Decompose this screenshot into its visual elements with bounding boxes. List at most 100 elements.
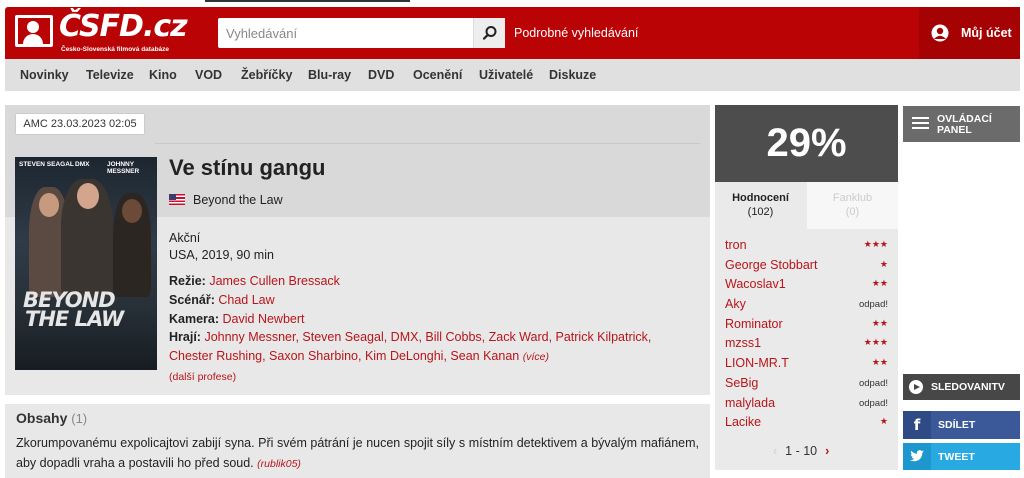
synopsis-text: Zkorumpovanému expolicajtovi zabijí syna… xyxy=(16,436,699,470)
rating-row: Aky odpad! xyxy=(725,294,888,314)
account-button[interactable]: Můj účet xyxy=(919,7,1020,59)
tweet-button[interactable]: TWEET xyxy=(903,443,1020,470)
more-professions-row: (další profese) xyxy=(169,367,699,387)
rating-row: SeBig odpad! xyxy=(725,373,888,393)
synopsis-heading: Obsahy (1) xyxy=(16,410,87,426)
rating-user-link[interactable]: mzss1 xyxy=(725,336,761,350)
poster-actor-1: STEVEN SEAGAL xyxy=(19,161,74,168)
nav-item-zebricky[interactable]: Žebříčky xyxy=(241,68,292,82)
tab-ratings[interactable]: Hodnocení (102) xyxy=(715,182,806,229)
play-icon xyxy=(909,380,923,394)
tv-broadcast-badge[interactable]: AMC 23.03.2023 02:05 xyxy=(15,113,145,135)
camera-link[interactable]: David Newbert xyxy=(223,312,305,326)
synopsis-panel: Obsahy (1) Zkorumpovanému expolicajtovi … xyxy=(5,404,710,478)
facebook-icon: f xyxy=(903,411,931,439)
rating-waste: odpad! xyxy=(858,397,888,409)
poster-face-center xyxy=(77,183,99,209)
rating-user-link[interactable]: George Stobbart xyxy=(725,258,817,272)
tab-fanclub-label: Fanklub xyxy=(832,192,873,204)
rating-user-link[interactable]: tron xyxy=(725,238,747,252)
site-logo[interactable]: ČSFD.cz Česko-Slovenská filmová databáze xyxy=(15,9,188,55)
rating-row: mzss1 ★★★ xyxy=(725,333,888,353)
search-icon xyxy=(482,26,497,40)
cast-links-line2[interactable]: Chester Rushing, Saxon Sharbino, Kim DeL… xyxy=(169,349,519,363)
advanced-search-link[interactable]: Podrobné vyhledávání xyxy=(514,26,638,40)
search-box xyxy=(218,18,505,48)
search-button[interactable] xyxy=(473,18,505,48)
rating-user-link[interactable]: LION-MR.T xyxy=(725,356,789,370)
film-origin: USA, 2019, 90 min xyxy=(169,248,274,262)
director-row: Režie: James Cullen Bressack xyxy=(169,272,699,291)
rating-user-link[interactable]: malylada xyxy=(725,396,775,410)
rating-stars: ★★ xyxy=(871,317,888,328)
rating-row: malylada odpad! xyxy=(725,393,888,413)
poster-face-left xyxy=(39,193,59,217)
synopsis-author-link[interactable]: (rublik05) xyxy=(257,458,301,470)
sledovanitv-button[interactable]: SLEDOVANITV xyxy=(903,374,1020,400)
original-title: Beyond the Law xyxy=(169,193,283,207)
synopsis-count: (1) xyxy=(71,411,88,426)
rating-waste: odpad! xyxy=(858,299,888,311)
rating-user-link[interactable]: Wacoslav1 xyxy=(725,277,786,291)
nav-item-bluray[interactable]: Blu-ray xyxy=(308,68,351,82)
nav-item-diskuze[interactable]: Diskuze xyxy=(549,68,596,82)
rating-stars: ★★ xyxy=(871,357,888,368)
rating-percent: 29% xyxy=(715,105,898,182)
rating-user-link[interactable]: SeBig xyxy=(725,376,758,390)
film-genre: Akční xyxy=(169,231,201,245)
tab-fanclub-count: (0) xyxy=(845,206,860,218)
rating-stars: ★★ xyxy=(871,278,888,289)
rating-panel: 29% Hodnocení (102) Fanklub (0) tron ★★★ Ge… xyxy=(715,105,898,470)
director-link[interactable]: James Cullen Bressack xyxy=(209,274,340,288)
writer-row: Scénář: Chad Law xyxy=(169,291,699,310)
writer-link[interactable]: Chad Law xyxy=(218,293,274,307)
top-strip-bar xyxy=(205,0,410,2)
poster-face-right xyxy=(122,199,142,223)
search-input[interactable] xyxy=(218,18,468,48)
poster-title-2: THE LAW xyxy=(25,307,124,331)
camera-label: Kamera: xyxy=(169,312,220,326)
original-title-text: Beyond the Law xyxy=(193,193,283,207)
nav-item-dvd[interactable]: DVD xyxy=(368,68,394,82)
tab-ratings-label: Hodnocení xyxy=(732,192,789,204)
main-nav: Novinky Televize Kino VOD Žebříčky Blu-r… xyxy=(5,59,1020,91)
rating-pager: ‹ 1 - 10 › xyxy=(773,444,829,458)
nav-item-oceneni[interactable]: Ocenění xyxy=(413,68,462,82)
logo-subtitle: Česko-Slovenská filmová databáze xyxy=(61,46,170,53)
rating-row: Wacoslav1 ★★ xyxy=(725,274,888,294)
cast-links-line1[interactable]: Johnny Messner, Steven Seagal, DMX, Bill… xyxy=(204,330,651,344)
cast-row: Hrají: Johnny Messner, Steven Seagal, DM… xyxy=(169,328,699,366)
facebook-share-button[interactable]: f SDÍLET xyxy=(903,411,1020,439)
logo-icon xyxy=(15,15,53,47)
nav-item-televize[interactable]: Televize xyxy=(86,68,134,82)
pager-prev-button[interactable]: ‹ xyxy=(773,444,777,458)
film-panel: AMC 23.03.2023 02:05 STEVEN SEAGAL DMX J… xyxy=(5,105,710,395)
tab-ratings-count: (102) xyxy=(747,206,774,218)
more-professions-link[interactable]: (další profese) xyxy=(169,371,236,383)
nav-item-kino[interactable]: Kino xyxy=(149,68,177,82)
user-rating-list: tron ★★★ George Stobbart ★ Wacoslav1 ★★ Aky… xyxy=(725,235,888,432)
top-strip xyxy=(0,0,1024,6)
rating-user-link[interactable]: Rominator xyxy=(725,317,783,331)
nav-item-vod[interactable]: VOD xyxy=(195,68,222,82)
site-header: ČSFD.cz Česko-Slovenská filmová databáze… xyxy=(5,7,1020,59)
film-poster[interactable]: STEVEN SEAGAL DMX JOHNNY MESSNER BEYOND … xyxy=(15,157,157,370)
more-cast-link[interactable]: (více) xyxy=(523,351,549,363)
rating-waste: odpad! xyxy=(858,377,888,389)
synopsis-title: Obsahy xyxy=(16,410,68,426)
nav-item-uzivatele[interactable]: Uživatelé xyxy=(479,68,533,82)
rating-user-link[interactable]: Aky xyxy=(725,297,746,311)
control-panel-button[interactable]: OVLÁDACÍ PANEL xyxy=(903,106,1020,142)
poster-actor-2: DMX xyxy=(75,161,90,168)
share-label: SDÍLET xyxy=(938,419,976,431)
pager-next-button[interactable]: › xyxy=(825,444,829,458)
divider xyxy=(155,143,700,144)
rating-user-link[interactable]: Lacike xyxy=(725,415,761,429)
tab-fanclub[interactable]: Fanklub (0) xyxy=(807,182,898,229)
nav-item-novinky[interactable]: Novinky xyxy=(20,68,69,82)
usa-flag-icon xyxy=(169,194,185,205)
rating-row: George Stobbart ★ xyxy=(725,255,888,275)
tweet-label: TWEET xyxy=(938,451,975,463)
rating-row: LION-MR.T ★★ xyxy=(725,353,888,373)
logo-text: ČSFD.cz xyxy=(59,9,188,44)
